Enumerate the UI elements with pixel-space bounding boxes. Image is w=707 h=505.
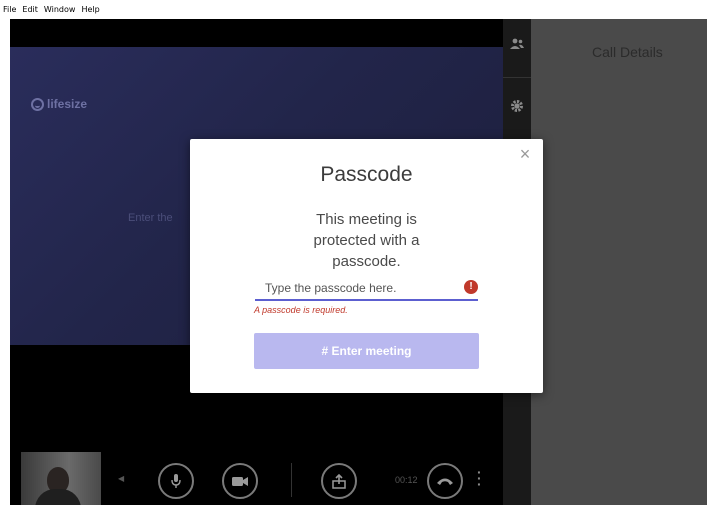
brand-name: lifesize	[47, 97, 88, 111]
call-details-panel: Call Details	[531, 19, 707, 505]
microphone-button[interactable]	[158, 463, 194, 499]
passcode-input[interactable]	[255, 277, 478, 301]
enter-meeting-button[interactable]: # Enter meeting	[254, 333, 479, 369]
camera-button[interactable]	[222, 463, 258, 499]
panel-title: Call Details	[592, 44, 663, 60]
dialog-title: Passcode	[320, 163, 413, 186]
microphone-icon	[171, 474, 181, 488]
window-menubar: File Edit Window Help	[0, 0, 707, 19]
close-icon[interactable]: ×	[517, 145, 533, 163]
share-screen-icon	[332, 473, 346, 489]
hangup-button[interactable]	[427, 463, 463, 499]
dialog-description: This meeting is protected with a passcod…	[313, 211, 420, 270]
gear-icon[interactable]	[508, 99, 526, 117]
strip-divider	[503, 77, 531, 78]
hangup-icon	[437, 478, 453, 485]
brand-logo: lifesize	[31, 97, 87, 111]
menu-window[interactable]: Window	[41, 0, 79, 19]
more-vertical-icon[interactable]: · · ·	[477, 465, 482, 491]
participants-icon[interactable]	[508, 37, 526, 55]
video-camera-icon	[232, 476, 248, 486]
lifesize-logo-icon	[31, 97, 44, 111]
self-view-body	[35, 489, 81, 505]
error-message: A passcode is required.	[254, 305, 348, 315]
share-screen-button[interactable]	[321, 463, 357, 499]
error-icon: !	[464, 280, 478, 294]
controls-divider	[291, 463, 292, 497]
menu-help[interactable]: Help	[78, 0, 102, 19]
stage-hint-text: Enter the	[128, 212, 173, 224]
collapse-thumbnail-icon[interactable]: ◀	[118, 474, 124, 483]
call-timer: 00:12	[395, 475, 418, 485]
passcode-dialog: × Passcode This meeting is protected wit…	[190, 139, 543, 393]
menu-edit[interactable]: Edit	[19, 0, 41, 19]
menu-file[interactable]: File	[0, 0, 19, 19]
self-view-thumbnail[interactable]	[21, 452, 101, 505]
